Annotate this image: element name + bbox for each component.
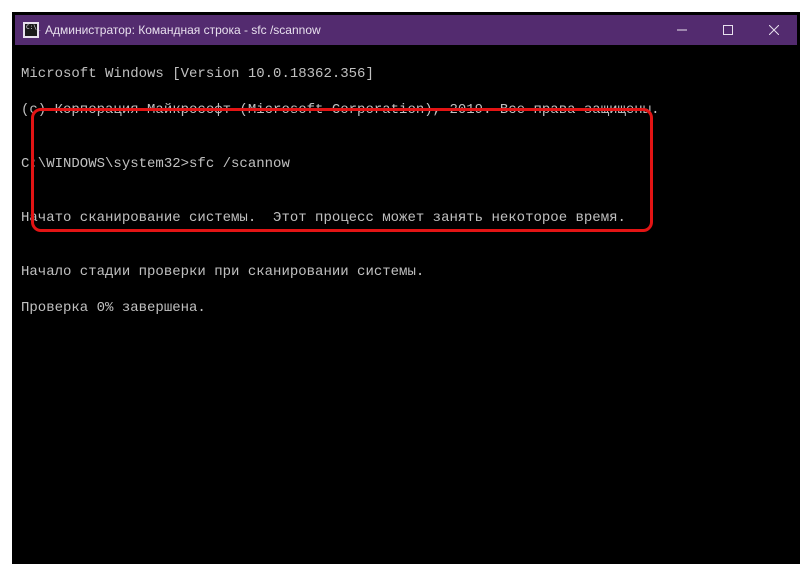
console-line-version: Microsoft Windows [Version 10.0.18362.35… — [21, 65, 791, 83]
maximize-button[interactable] — [705, 15, 751, 45]
console-prompt-command: C:\WINDOWS\system32>sfc /scannow — [21, 155, 791, 173]
screenshot-frame: Администратор: Командная строка - sfc /s… — [12, 12, 800, 564]
minimize-button[interactable] — [659, 15, 705, 45]
close-button[interactable] — [751, 15, 797, 45]
command-prompt-window: Администратор: Командная строка - sfc /s… — [15, 15, 797, 561]
console-output[interactable]: Microsoft Windows [Version 10.0.18362.35… — [15, 45, 797, 561]
console-line-copyright: (c) Корпорация Майкрософт (Microsoft Cor… — [21, 101, 791, 119]
console-scan-stage: Начало стадии проверки при сканировании … — [21, 263, 791, 281]
console-scan-started: Начато сканирование системы. Этот процес… — [21, 209, 791, 227]
window-title: Администратор: Командная строка - sfc /s… — [45, 23, 659, 37]
window-controls — [659, 15, 797, 45]
console-scan-progress: Проверка 0% завершена. — [21, 299, 791, 317]
cmd-icon — [23, 22, 39, 38]
titlebar[interactable]: Администратор: Командная строка - sfc /s… — [15, 15, 797, 45]
